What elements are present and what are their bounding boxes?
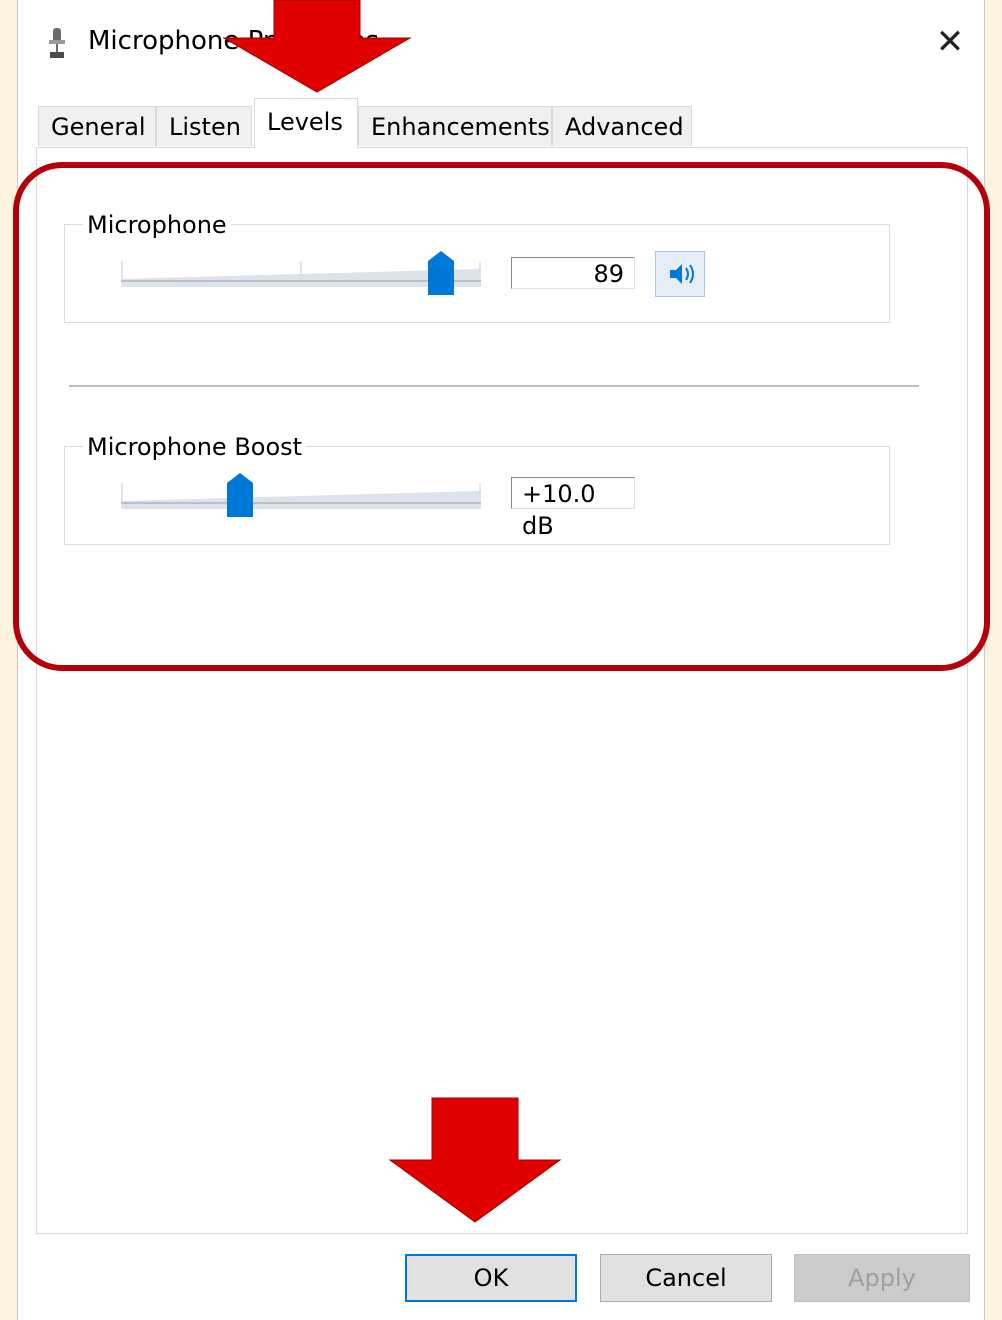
down-arrow-icon-ok: [388, 1097, 562, 1223]
tab-levels[interactable]: Levels: [254, 98, 358, 148]
highlight-frame: [13, 162, 990, 671]
down-arrow-icon-levels: [222, 0, 412, 93]
annotation-overlay: [13, 0, 990, 1223]
